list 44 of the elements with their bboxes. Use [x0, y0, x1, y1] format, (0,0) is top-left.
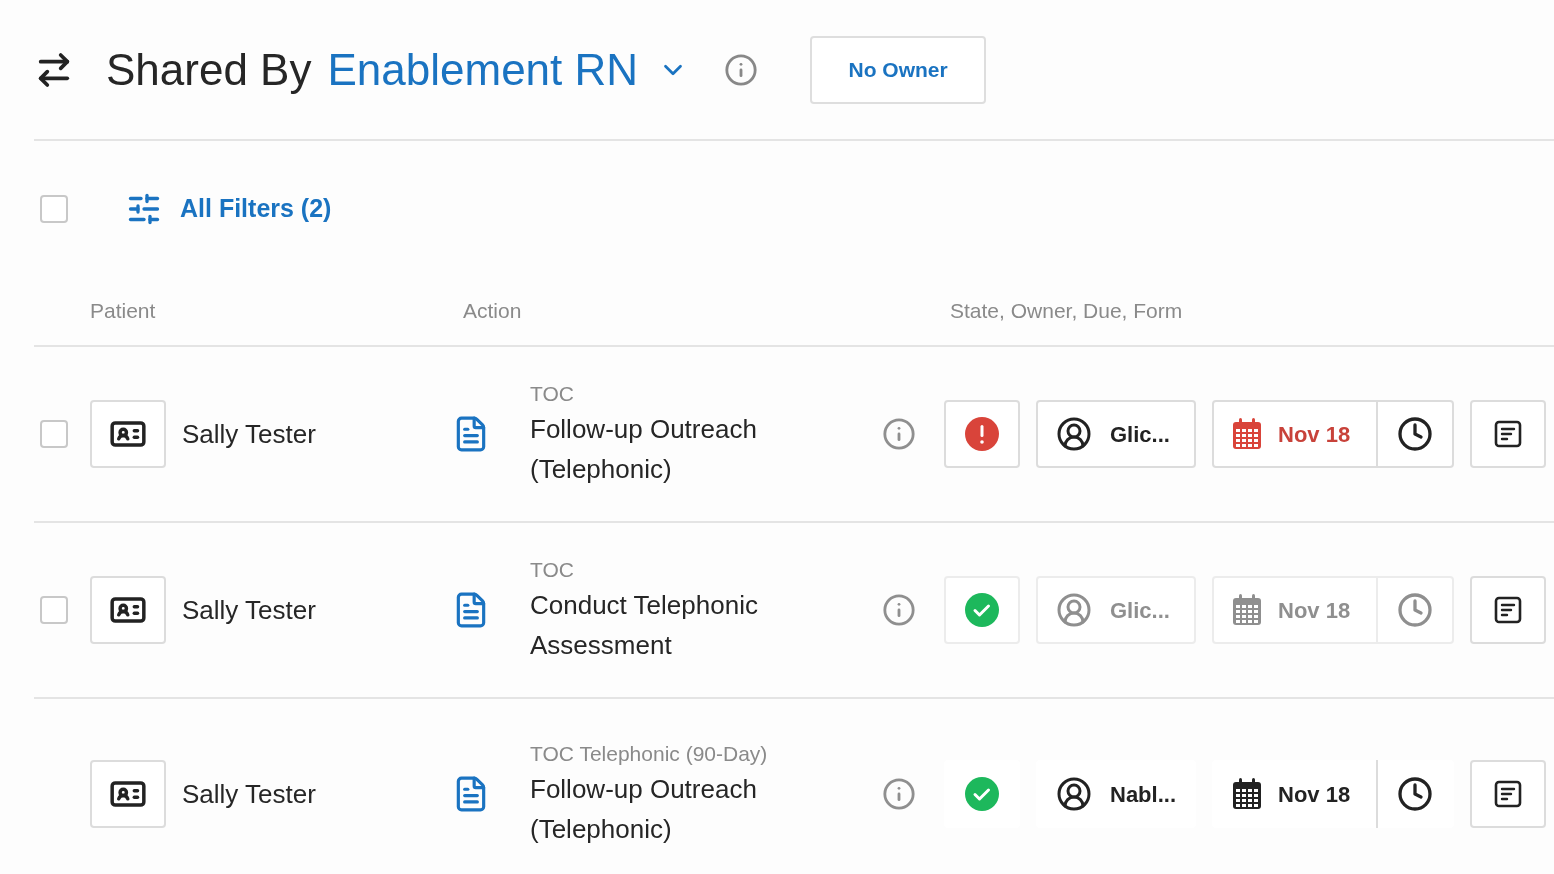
form-icon: [1494, 596, 1522, 624]
form-button[interactable]: [1470, 400, 1546, 468]
clock-icon: [1397, 416, 1433, 452]
sliders-icon: [126, 191, 162, 227]
checkbox[interactable]: [40, 195, 68, 223]
patient-name[interactable]: Sally Tester: [182, 414, 452, 454]
action-category: TOC: [530, 557, 575, 583]
patient-card-button[interactable]: [90, 400, 166, 468]
form-icon: [1494, 420, 1522, 448]
action-title[interactable]: Follow-up Outreach (Telephonic): [530, 409, 882, 489]
action-category: TOC Telephonic (90-Day): [530, 741, 769, 767]
form-button[interactable]: [1470, 760, 1546, 828]
action-title[interactable]: Follow-up Outreach (Telephonic): [530, 769, 882, 849]
checkbox[interactable]: [40, 596, 68, 624]
owner-button[interactable]: Glic...: [1036, 400, 1196, 468]
patient-name[interactable]: Sally Tester: [182, 774, 452, 814]
patient-card-button[interactable]: [90, 576, 166, 644]
action-category: TOC: [530, 381, 575, 407]
page-title: Shared By: [106, 43, 312, 96]
due-date-button[interactable]: Nov 18: [1214, 762, 1376, 826]
form-button[interactable]: [1470, 576, 1546, 644]
all-filters-button[interactable]: All Filters (2): [126, 190, 332, 228]
calendar-icon: [1232, 778, 1262, 810]
clock-icon: [1397, 592, 1433, 628]
user-icon: [1056, 416, 1092, 452]
column-header: Action: [463, 298, 523, 325]
checkbox[interactable]: [40, 420, 68, 448]
user-icon: [1056, 776, 1092, 812]
team-dropdown[interactable]: Enablement RN: [327, 36, 689, 103]
column-header: Patient: [90, 298, 157, 325]
info-icon[interactable]: [882, 777, 916, 811]
info-icon[interactable]: [882, 593, 916, 627]
calendar-icon: [1232, 594, 1262, 626]
column-header: State, Owner, Due, Form: [950, 298, 1183, 325]
info-icon[interactable]: [724, 52, 759, 87]
info-icon[interactable]: [882, 417, 916, 451]
no-owner-button[interactable]: No Owner: [810, 35, 987, 104]
clock-icon: [1397, 776, 1433, 812]
user-icon: [1056, 592, 1092, 628]
calendar-icon: [1232, 418, 1262, 450]
patient-card-button[interactable]: [90, 760, 166, 828]
form-icon: [1494, 780, 1522, 808]
patient-name[interactable]: Sally Tester: [182, 590, 452, 630]
action-title[interactable]: Conduct Telephonic Assessment: [530, 585, 882, 665]
